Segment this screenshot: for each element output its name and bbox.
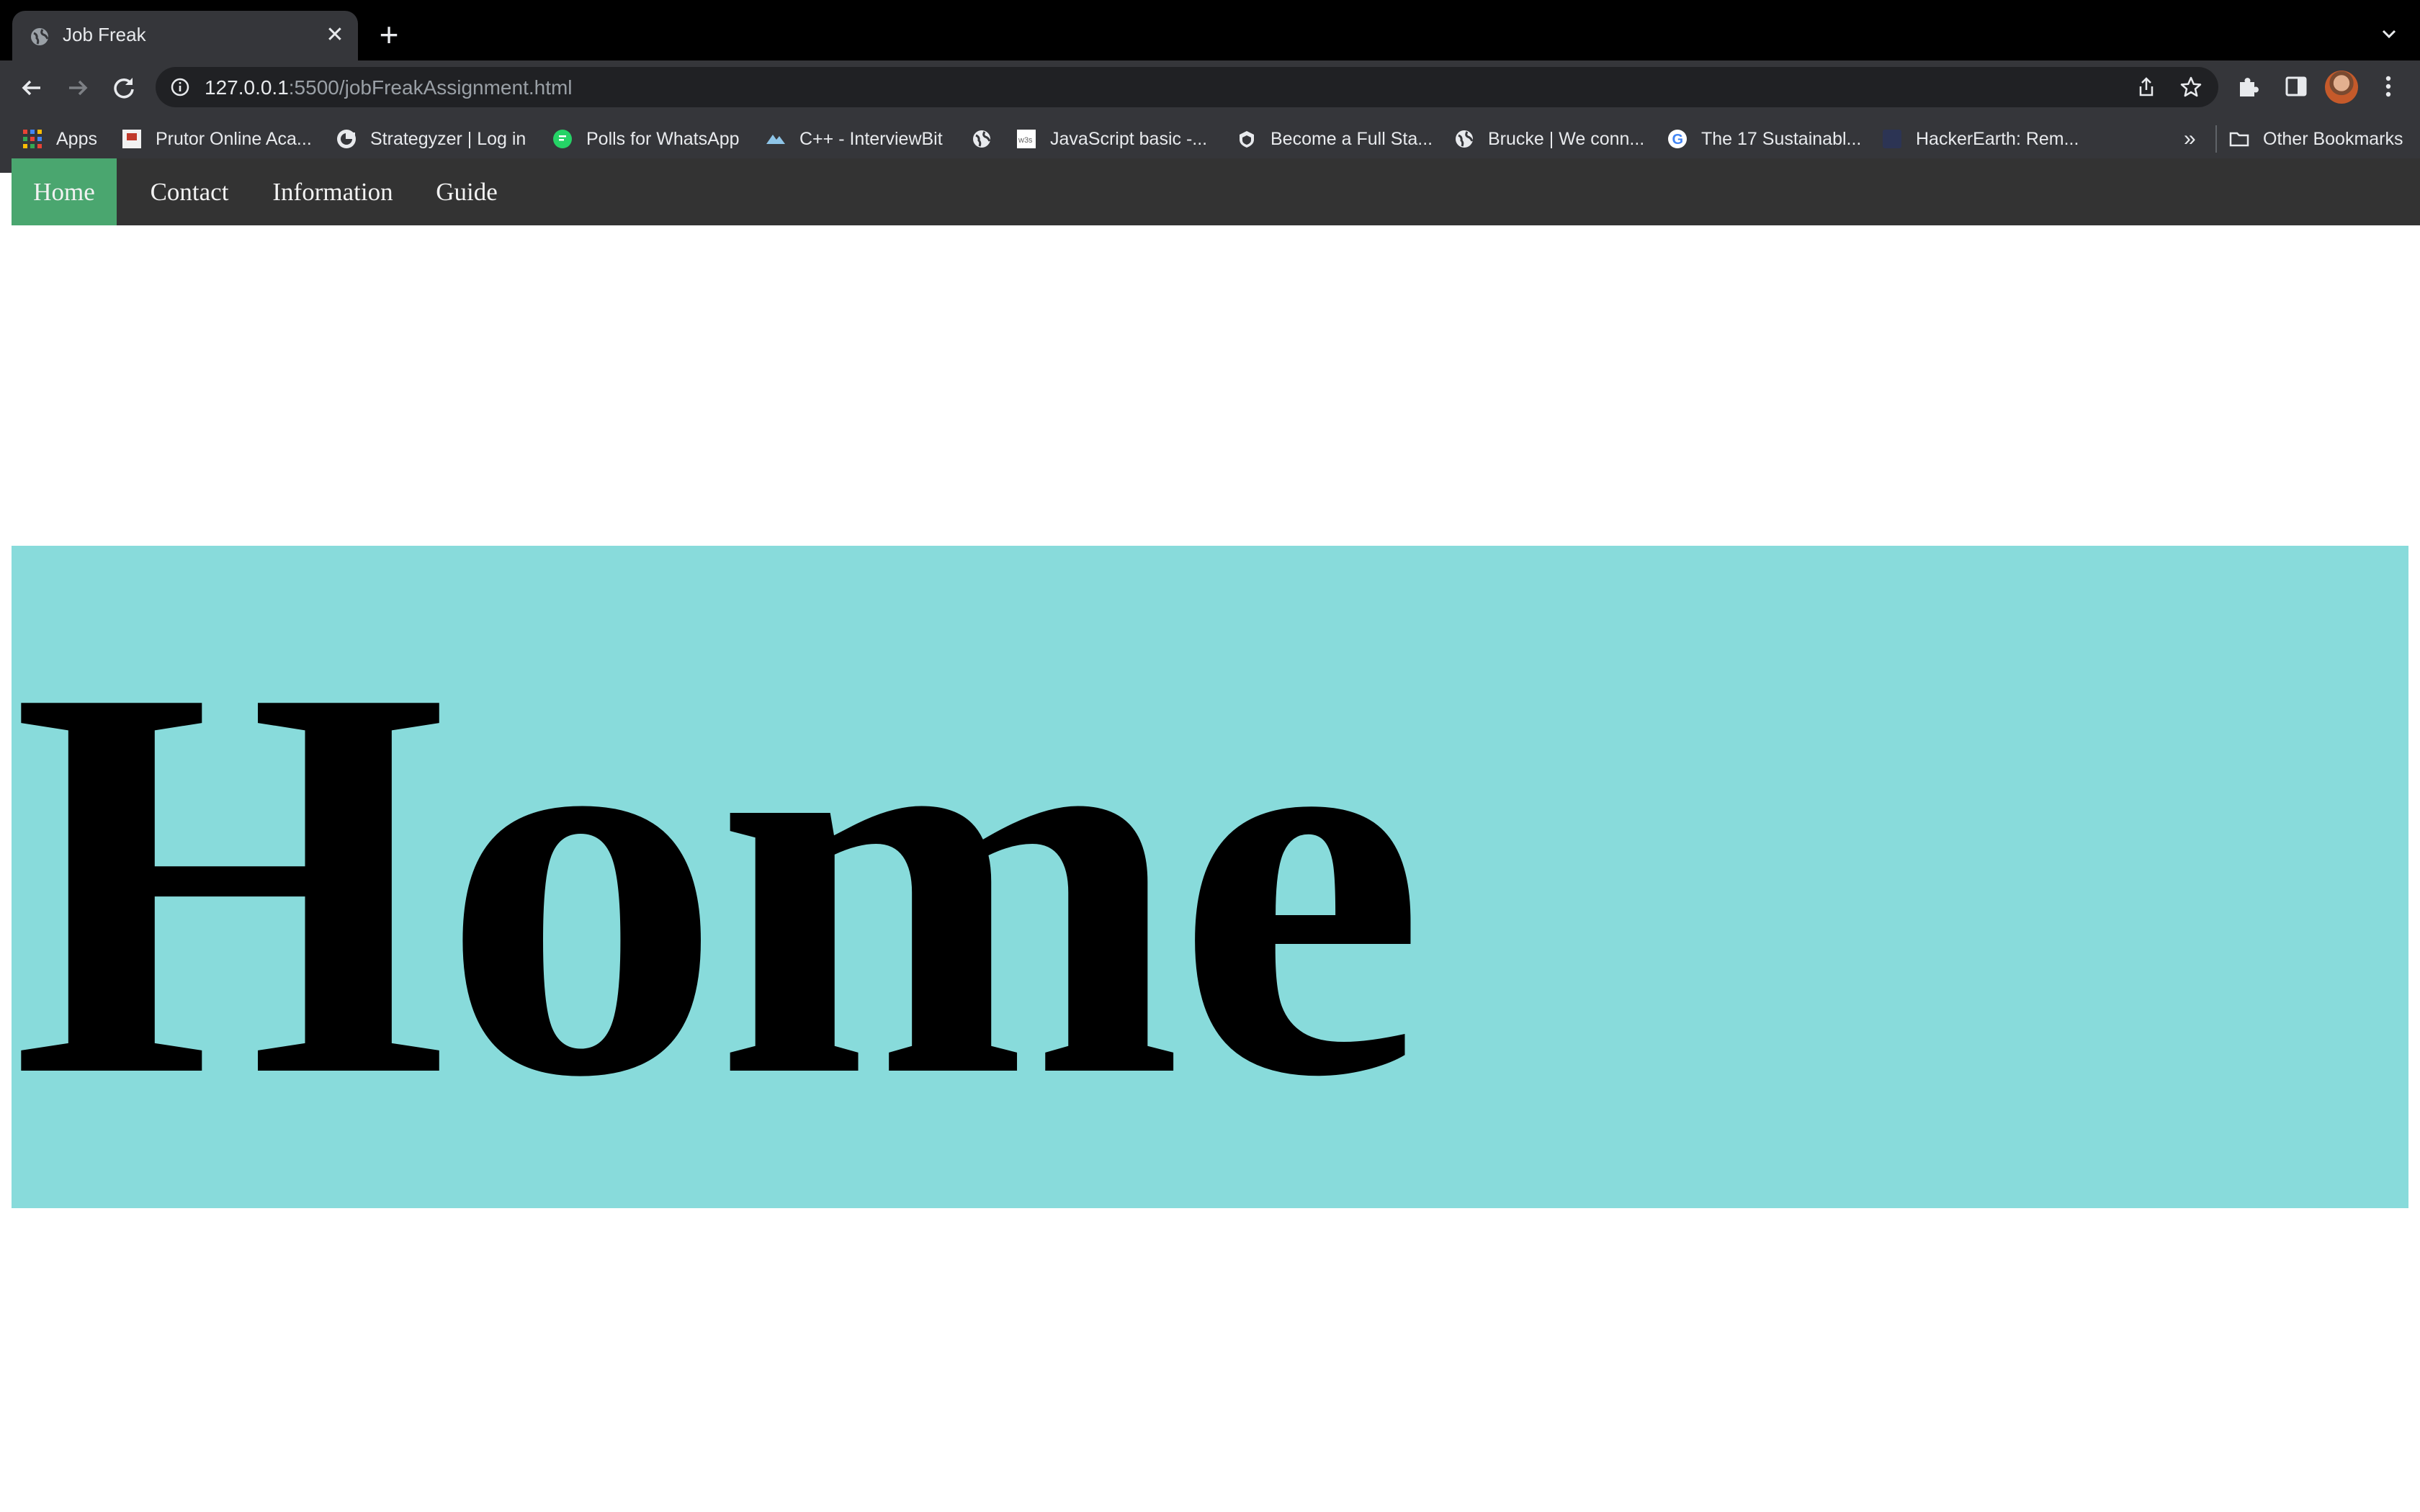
tab-strip: Job Freak ✕ + [0, 0, 2420, 60]
apps-grid-icon [23, 130, 42, 148]
interviewbit-icon [766, 135, 785, 144]
bookmark-label: Become a Full Sta... [1270, 128, 1433, 149]
bookmark-brucke[interactable]: Brucke | We conn... [1453, 120, 1644, 158]
other-bookmarks-label: Other Bookmarks [2263, 128, 2403, 149]
bookmark-label: Strategyzer | Log in [370, 128, 526, 149]
bookmark-full-stack[interactable]: Become a Full Sta... [1236, 120, 1433, 158]
close-tab-icon[interactable]: ✕ [323, 24, 346, 47]
share-icon[interactable] [2135, 76, 2158, 99]
nav-guide[interactable]: Guide [415, 158, 519, 225]
chevron-down-icon[interactable] [2377, 22, 2401, 46]
top-navigation: Home Contact Information Guide [12, 158, 2420, 225]
globe-icon [973, 130, 991, 148]
bookmark-star-icon[interactable] [2179, 76, 2202, 99]
bookmark-apps[interactable]: Apps [22, 120, 97, 158]
svg-text:w3s: w3s [1018, 136, 1033, 145]
bookmark-polls-whatsapp[interactable]: Polls for WhatsApp [552, 120, 740, 158]
globe-icon [1456, 130, 1474, 148]
w3schools-icon: w3s [1017, 130, 1036, 148]
side-panel-icon[interactable] [2282, 72, 2311, 101]
info-icon[interactable] [170, 77, 190, 97]
globe-icon [31, 28, 49, 45]
shield-icon [1240, 131, 1254, 148]
nav-contact[interactable]: Contact [128, 158, 251, 225]
bookmark-hackerearth[interactable]: HackerEarth: Rem... [1881, 120, 2079, 158]
whatsapp-icon [553, 130, 572, 148]
hero-section: Home [12, 546, 2408, 1208]
nav-home[interactable]: Home [12, 158, 117, 225]
bookmark-prutor[interactable]: Prutor Online Aca... [121, 120, 312, 158]
tab-title: Job Freak [63, 24, 146, 45]
strategyzer-icon [337, 130, 356, 148]
forward-arrow-icon[interactable] [62, 72, 94, 104]
bookmark-interviewbit[interactable]: C++ - InterviewBit [765, 120, 943, 158]
extensions-puzzle-icon[interactable] [2234, 72, 2263, 101]
bookmarks-bar: Apps Prutor Online Aca... Strategyzer | … [0, 120, 2420, 158]
other-bookmarks[interactable]: Other Bookmarks [2228, 120, 2403, 158]
svg-text:G: G [1672, 132, 1684, 148]
bookmarks-divider [2215, 125, 2217, 153]
bookmark-label: Brucke | We conn... [1488, 128, 1645, 149]
more-bookmarks-button[interactable]: » [2184, 120, 2196, 158]
nav-information[interactable]: Information [249, 158, 416, 225]
google-icon: G [1668, 130, 1687, 148]
bookmark-label: HackerEarth: Rem... [1916, 128, 2079, 149]
url-host: 127.0.0.1 [205, 76, 289, 99]
bookmark-label: JavaScript basic -... [1050, 128, 1208, 149]
url-path: :5500/jobFreakAssignment.html [288, 76, 573, 99]
folder-icon [2229, 132, 2249, 147]
bookmark-globe[interactable] [971, 120, 1005, 158]
bookmark-label: Prutor Online Aca... [156, 128, 312, 149]
profile-avatar[interactable] [2325, 71, 2358, 104]
bookmark-label: Polls for WhatsApp [586, 128, 740, 149]
reload-icon[interactable] [108, 72, 140, 104]
back-arrow-icon[interactable] [16, 72, 48, 104]
page-heading: Home [12, 570, 1425, 1192]
bookmark-strategyzer[interactable]: Strategyzer | Log in [336, 120, 526, 158]
hackerearth-icon [1883, 130, 1901, 148]
browser-tab[interactable]: Job Freak ✕ [12, 11, 358, 60]
prutor-icon [122, 130, 141, 148]
bookmark-label: Apps [56, 128, 97, 149]
bookmark-label: C++ - InterviewBit [799, 128, 943, 149]
address-bar[interactable]: 127.0.0.1:5500/jobFreakAssignment.html [156, 67, 2218, 107]
new-tab-icon[interactable]: + [375, 18, 403, 51]
bookmark-sustainable[interactable]: G The 17 Sustainabl... [1667, 120, 1861, 158]
url-text: 127.0.0.1:5500/jobFreakAssignment.html [205, 76, 573, 99]
bookmark-w3schools[interactable]: w3s JavaScript basic -... [1016, 120, 1207, 158]
menu-kebab-icon[interactable] [2374, 72, 2403, 101]
bookmark-label: The 17 Sustainabl... [1701, 128, 1862, 149]
